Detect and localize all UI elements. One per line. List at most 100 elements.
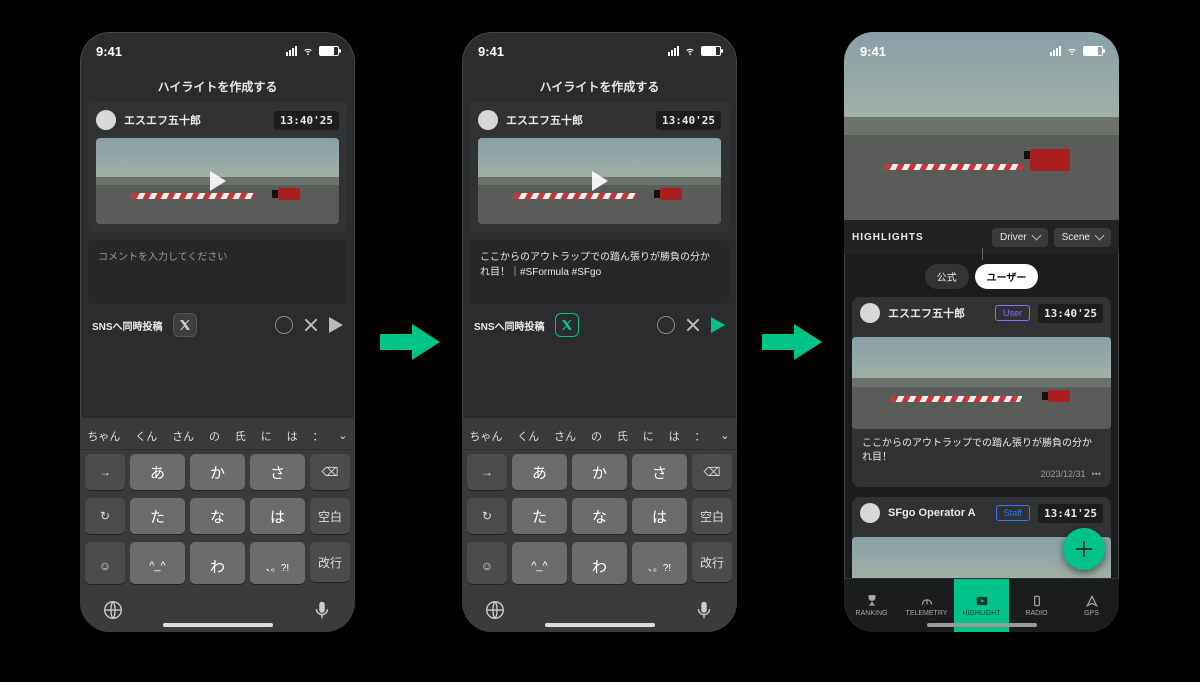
key-face[interactable]: ^_^ [512, 548, 567, 584]
status-time: 9:41 [96, 44, 122, 59]
username: エスエフ五十郎 [124, 112, 266, 128]
compose-card: エスエフ五十郎 13:40'25 [470, 102, 729, 232]
key-ha[interactable]: は [632, 498, 687, 534]
key-a[interactable]: あ [130, 454, 185, 490]
key-emoji[interactable]: ☺ [467, 548, 507, 584]
globe-icon[interactable] [102, 599, 124, 621]
comment-input[interactable]: コメントを入力してください [88, 240, 347, 304]
key-a[interactable]: あ [512, 454, 567, 490]
mic-icon[interactable] [693, 599, 715, 621]
card-text: ここからのアウトラップでの踏ん張りが勝負の分かれ目！ [852, 429, 1111, 469]
video-thumbnail[interactable] [96, 138, 339, 224]
key-ka[interactable]: か [572, 454, 627, 490]
key-wa[interactable]: わ [190, 548, 245, 584]
x-twitter-toggle[interactable] [555, 313, 579, 337]
tab-ranking[interactable]: RANKING [844, 579, 899, 632]
key-na[interactable]: な [572, 498, 627, 534]
timecode-badge: 13:40'25 [274, 111, 339, 130]
home-indicator[interactable] [927, 623, 1037, 627]
tab-gps[interactable]: GPS [1064, 579, 1119, 632]
keyboard-suggestions[interactable]: ちゃんくんさんの氏には： ⌄ [80, 422, 355, 450]
video-thumbnail[interactable] [478, 138, 721, 224]
seg-official[interactable]: 公式 [925, 264, 969, 289]
chevron-down-icon [1095, 231, 1105, 241]
key-tab[interactable]: → [85, 454, 125, 490]
signal-icon [1050, 46, 1061, 56]
wifi-icon [301, 46, 315, 56]
close-icon[interactable] [685, 317, 701, 333]
timecode-badge: 13:40'25 [656, 111, 721, 130]
key-na[interactable]: な [190, 498, 245, 534]
x-twitter-toggle[interactable] [173, 313, 197, 337]
play-square-icon [973, 594, 991, 608]
key-punct[interactable]: 、。?! [632, 548, 687, 584]
trophy-icon [863, 594, 881, 608]
keyboard: ちゃんくんさんの氏には： ⌄ → あ か さ ⌫ ↻ た な は 空白 ABC … [462, 418, 737, 632]
mic-icon[interactable] [311, 599, 333, 621]
status-bar: 9:41 [80, 32, 355, 70]
filter-scene[interactable]: Scene [1054, 228, 1111, 247]
chevron-down-icon[interactable]: ⌄ [336, 429, 349, 442]
highlight-card[interactable]: エスエフ五十郎 User 13:40'25 ここからのアウトラップでの踏ん張りが… [852, 297, 1111, 487]
status-time: 9:41 [860, 44, 886, 59]
timecode-badge: 13:40'25 [1038, 304, 1103, 323]
record-icon[interactable] [657, 316, 675, 334]
comment-input[interactable]: ここからのアウトラップでの踏ん張りが勝負の分かれ目！｜#SFormula #SF… [470, 240, 729, 304]
globe-icon[interactable] [484, 599, 506, 621]
close-icon[interactable] [303, 317, 319, 333]
record-icon[interactable] [275, 316, 293, 334]
card-thumbnail [852, 337, 1111, 429]
keyboard-suggestions[interactable]: ちゃんくんさんの氏には： ⌄ [462, 422, 737, 450]
signal-icon [668, 46, 679, 56]
key-space[interactable]: 空白 [310, 498, 350, 534]
key-ka[interactable]: か [190, 454, 245, 490]
more-icon[interactable]: ••• [1092, 469, 1101, 479]
send-icon[interactable] [329, 317, 343, 333]
avatar [478, 110, 498, 130]
battery-icon [701, 46, 721, 56]
key-space[interactable]: 空白 [692, 498, 732, 534]
signal-icon [286, 46, 297, 56]
phone-compose-filled: 9:41 ハイライトを作成する エスエフ五十郎 13:40'25 ここからのアウ… [462, 32, 737, 632]
chevron-down-icon[interactable]: ⌄ [718, 429, 731, 442]
play-icon [592, 171, 608, 191]
key-ta[interactable]: た [512, 498, 567, 534]
flow-arrow-icon [762, 322, 822, 362]
key-undo[interactable]: ↻ [467, 498, 507, 534]
key-undo[interactable]: ↻ [85, 498, 125, 534]
key-tab[interactable]: → [467, 454, 507, 490]
key-ta[interactable]: た [130, 498, 185, 534]
wifi-icon [683, 46, 697, 56]
key-backspace[interactable]: ⌫ [692, 454, 732, 490]
key-backspace[interactable]: ⌫ [310, 454, 350, 490]
status-time: 9:41 [478, 44, 504, 59]
key-enter[interactable]: 改行 [310, 542, 350, 582]
page-title: ハイライトを作成する [80, 70, 355, 102]
location-icon [1083, 594, 1101, 608]
key-ha[interactable]: は [250, 498, 305, 534]
home-indicator[interactable] [163, 623, 273, 627]
username: エスエフ五十郎 [888, 305, 987, 321]
key-enter[interactable]: 改行 [692, 542, 732, 582]
avatar [96, 110, 116, 130]
key-emoji[interactable]: ☺ [85, 548, 125, 584]
add-highlight-button[interactable] [1063, 528, 1105, 570]
key-punct[interactable]: 、。?! [250, 548, 305, 584]
key-sa[interactable]: さ [250, 454, 305, 490]
sns-label: SNSへ同時投稿 [474, 318, 545, 333]
flow-arrow-icon [380, 322, 440, 362]
key-wa[interactable]: わ [572, 548, 627, 584]
play-icon [210, 171, 226, 191]
chevron-down-icon [1031, 231, 1041, 241]
badge-user: User [995, 305, 1030, 321]
timecode-badge: 13:41'25 [1038, 504, 1103, 523]
radio-icon [1028, 594, 1046, 608]
key-sa[interactable]: さ [632, 454, 687, 490]
phone-compose-empty: 9:41 ハイライトを作成する エスエフ五十郎 13:40'25 コメントを入力… [80, 32, 355, 632]
seg-user[interactable]: ユーザー [975, 264, 1039, 289]
send-icon[interactable] [711, 317, 725, 333]
wifi-icon [1065, 46, 1079, 56]
key-face[interactable]: ^_^ [130, 548, 185, 584]
filter-driver[interactable]: Driver [992, 228, 1048, 247]
home-indicator[interactable] [545, 623, 655, 627]
